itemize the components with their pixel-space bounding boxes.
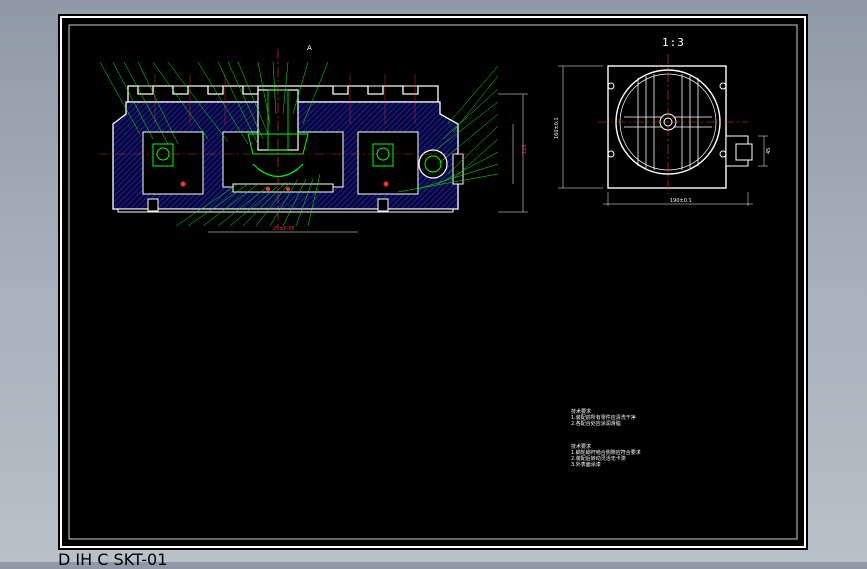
tech-note-1-line-2: 2.各配合处应涂润滑脂 (571, 421, 621, 427)
tech-notes-2: 技术要求 1.蜗轮蜗杆啮合侧隙应符合要求 2.装配后转动灵活无卡滞 3.外表面涂… (571, 444, 641, 468)
title-block: SKT-01 (114, 550, 168, 569)
svg-text:160±0.1: 160±0.1 (554, 117, 560, 139)
drawing-sheet: 125 25±0.05 A 160±0.1 190±0.1 45 D IH C … (58, 14, 808, 569)
view-d-detail: D (58, 550, 75, 569)
top-section-view: 125 25±0.05 A (98, 44, 528, 233)
svg-text:45: 45 (766, 148, 772, 154)
svg-text:125: 125 (522, 144, 528, 154)
scale-label: 1:3 (662, 36, 685, 49)
tech-note-2-line-3: 3.外表面涂漆 (571, 462, 601, 468)
svg-text:25±0.05: 25±0.05 (273, 226, 295, 232)
drawing-number: SKT-01 (113, 550, 168, 569)
tech-notes-1: 技术要求 1.装配前所有零件应清洗干净 2.各配合处应涂润滑脂 (571, 409, 636, 427)
svg-text:190±0.1: 190±0.1 (670, 198, 692, 204)
plan-view: 160±0.1 190±0.1 45 (554, 54, 772, 206)
view-c-label: C (97, 550, 109, 569)
front-view: IH C (75, 550, 109, 569)
section-a-label: A (307, 44, 312, 52)
cad-viewport[interactable]: 125 25±0.05 A 160±0.1 190±0.1 45 D IH C … (0, 0, 867, 569)
view-d-label: D (58, 550, 71, 569)
drawing-canvas: 125 25±0.05 A 160±0.1 190±0.1 45 (60, 16, 806, 548)
